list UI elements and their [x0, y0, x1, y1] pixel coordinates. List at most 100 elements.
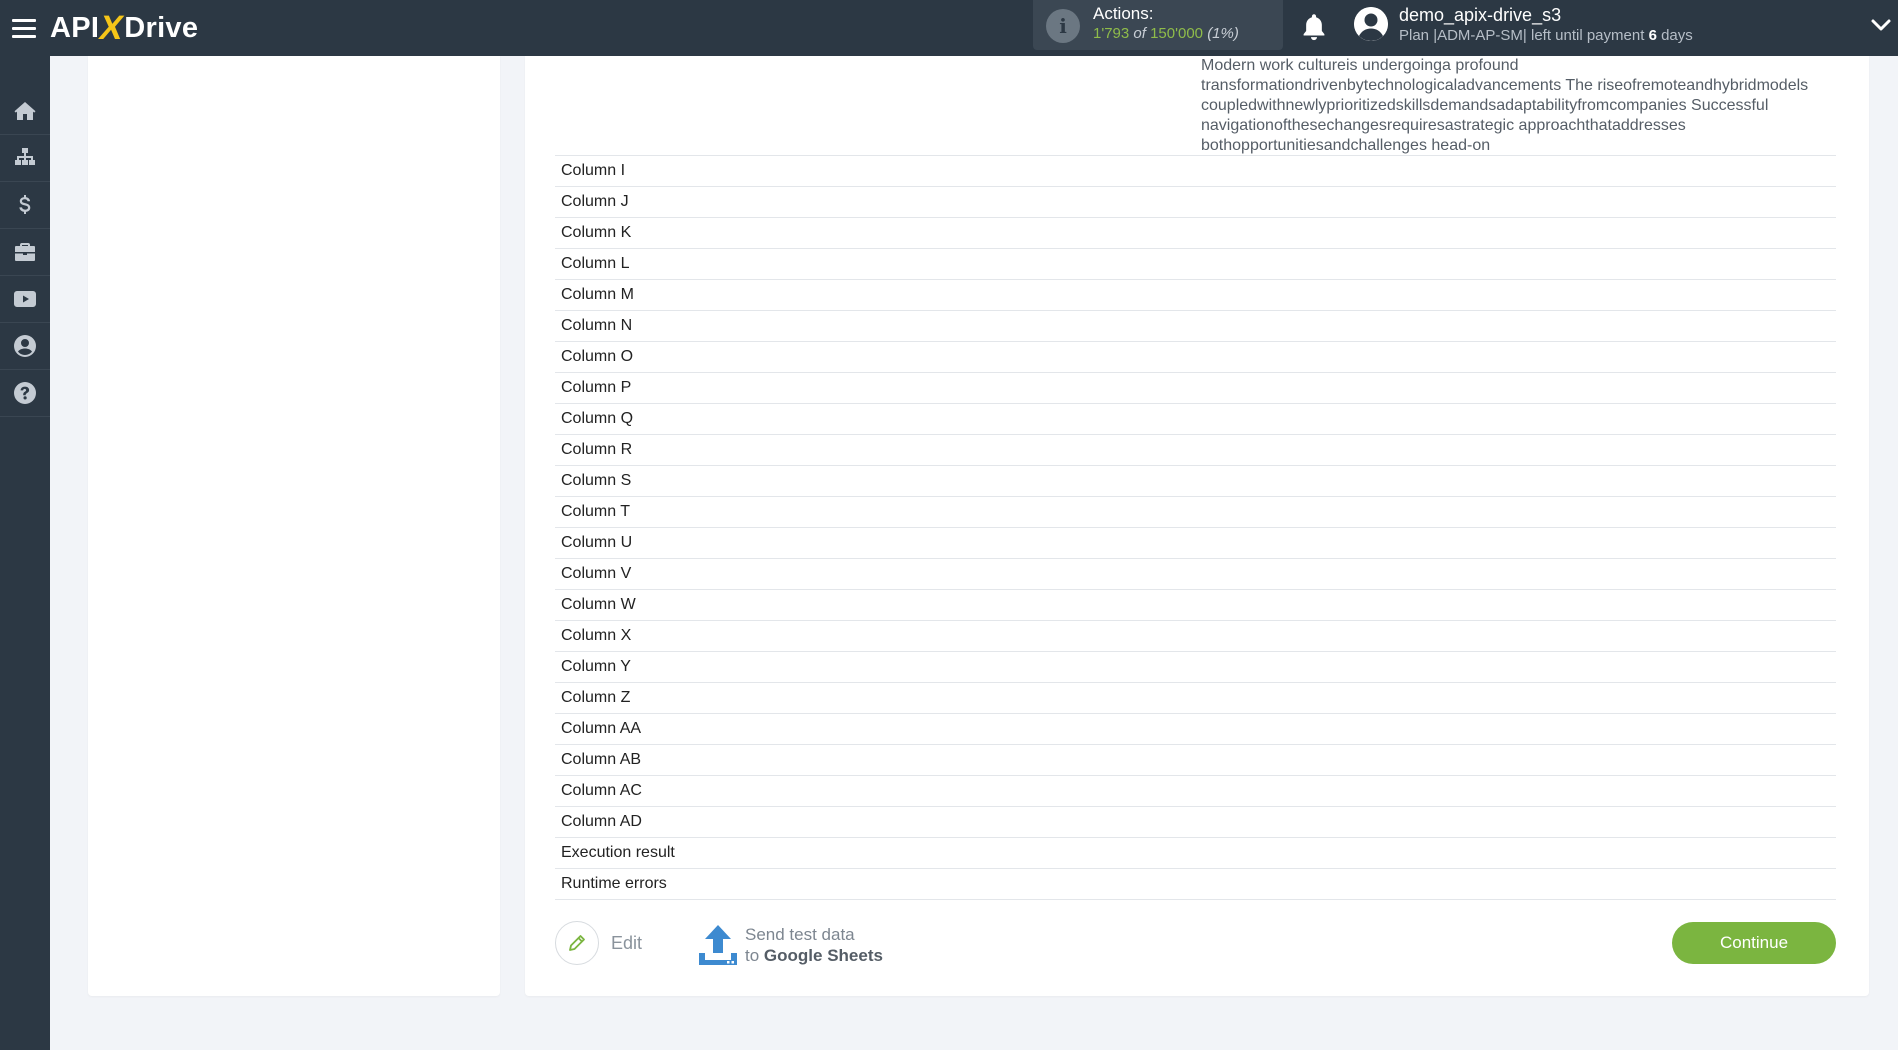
- video-icon: [14, 291, 36, 307]
- logo-text-drive: Drive: [124, 11, 199, 44]
- row-label: Column O: [561, 348, 634, 365]
- table-row: Column Q: [555, 404, 1836, 435]
- sidebar-item-profile[interactable]: [0, 323, 50, 370]
- row-label: Column V: [561, 565, 632, 582]
- table-row: Column P: [555, 373, 1836, 404]
- row-label: Column L: [561, 255, 630, 272]
- table-row: Column I: [555, 156, 1836, 187]
- actions-counter: i Actions: 1'793 of 150'000 (1%): [1033, 0, 1283, 50]
- actions-of: of: [1133, 25, 1146, 42]
- table-row: Column T: [555, 497, 1836, 528]
- row-label: Column N: [561, 317, 633, 334]
- row-label: Column AC: [561, 782, 642, 799]
- table-row: Column S: [555, 466, 1836, 497]
- table-row: Column U: [555, 528, 1836, 559]
- sidebar-item-help[interactable]: [0, 370, 50, 417]
- row-label: Column X: [561, 627, 632, 644]
- apix-drive-logo[interactable]: API X Drive: [50, 6, 198, 50]
- actions-percent: (1%): [1207, 25, 1239, 42]
- row-label: Column M: [561, 286, 634, 303]
- table-row: Column Z: [555, 683, 1836, 714]
- info-icon[interactable]: i: [1046, 9, 1080, 43]
- row-label: Column S: [561, 472, 632, 489]
- row-label: Column K: [561, 224, 632, 241]
- sidebar-item-home[interactable]: [0, 88, 50, 135]
- top-bar: API X Drive i Actions: 1'793 of 150'000 (1…: [0, 0, 1898, 56]
- send-test-data-label: Send test data to Google Sheets: [745, 924, 883, 966]
- home-icon: [14, 102, 36, 120]
- plan-text: Plan |ADM-AP-SM| left until payment: [1399, 27, 1645, 44]
- table-row: Column X: [555, 621, 1836, 652]
- chevron-down-icon[interactable]: [1870, 14, 1892, 36]
- sidebar-item-connections[interactable]: [0, 135, 50, 182]
- row-label: Column W: [561, 596, 636, 613]
- row-label: Runtime errors: [561, 875, 667, 892]
- row-label: Column AB: [561, 751, 642, 768]
- row-label: Column T: [561, 503, 631, 520]
- row-label: Column Z: [561, 689, 631, 706]
- briefcase-icon: [15, 243, 35, 261]
- edit-label: Edit: [611, 932, 643, 953]
- send-to: to: [745, 946, 760, 965]
- actions-label: Actions:: [1093, 4, 1154, 23]
- table-row: Column AB: [555, 745, 1836, 776]
- sidebar-item-services[interactable]: [0, 229, 50, 276]
- menu-icon[interactable]: [12, 14, 36, 42]
- sidebar-item-billing[interactable]: [0, 182, 50, 229]
- table-row: Column AA: [555, 714, 1836, 745]
- row-label: Column P: [561, 379, 632, 396]
- actions-total: 150'000: [1150, 25, 1204, 42]
- table-row: Column O: [555, 342, 1836, 373]
- field-table: Column I Column J Column K Column L Column M…: [555, 155, 1836, 900]
- row-label: Column J: [561, 193, 629, 210]
- logo-text-api: API: [50, 11, 100, 44]
- continue-button[interactable]: Continue: [1672, 922, 1836, 964]
- table-row: Column R: [555, 435, 1836, 466]
- sidebar-item-videos[interactable]: [0, 276, 50, 323]
- send-test-data-button[interactable]: Send test data to Google Sheets: [697, 921, 883, 969]
- plan-info: Plan |ADM-AP-SM| left until payment 6 da…: [1399, 27, 1693, 44]
- table-row: Execution result: [555, 838, 1836, 869]
- field-value-text: Modern work cultureis undergoinga profou…: [1201, 57, 1809, 154]
- table-row: Column W: [555, 590, 1836, 621]
- left-panel: [88, 56, 500, 996]
- user-avatar-icon: [1354, 7, 1388, 41]
- row-label: Column R: [561, 441, 633, 458]
- actions-used: 1'793: [1093, 25, 1130, 42]
- help-icon: [14, 382, 36, 404]
- table-row: Column N: [555, 311, 1836, 342]
- table-row: Column K: [555, 218, 1836, 249]
- table-row: Column M: [555, 280, 1836, 311]
- upload-icon: [699, 925, 737, 965]
- row-label: Column I: [561, 162, 626, 179]
- avatar[interactable]: [1354, 7, 1388, 41]
- row-label: Column Y: [561, 658, 631, 675]
- send-line-1: Send test data: [745, 925, 855, 944]
- pencil-icon: [569, 935, 585, 951]
- bell-icon[interactable]: [1300, 12, 1328, 42]
- table-row: Column Y: [555, 652, 1836, 683]
- user-name[interactable]: demo_apix-drive_s3: [1399, 5, 1561, 26]
- send-target: Google Sheets: [763, 946, 883, 965]
- plan-days: 6: [1648, 27, 1657, 44]
- user-icon: [14, 335, 36, 357]
- sitemap-icon: [15, 148, 35, 165]
- row-label: Execution result: [561, 844, 675, 861]
- actions-count: 1'793 of 150'000 (1%): [1093, 25, 1239, 42]
- row-label: Column AA: [561, 720, 642, 737]
- table-row: Column AC: [555, 776, 1836, 807]
- dollar-icon: [19, 195, 31, 214]
- sidebar: [0, 56, 50, 1050]
- edit-button[interactable]: Edit: [555, 921, 642, 965]
- row-label: Column AD: [561, 813, 642, 830]
- main-panel: Modern work cultureis undergoinga profou…: [525, 56, 1869, 996]
- table-row: Runtime errors: [555, 869, 1836, 900]
- table-row: Column J: [555, 187, 1836, 218]
- table-row: Column AD: [555, 807, 1836, 838]
- plan-days-unit: days: [1661, 27, 1693, 44]
- edit-circle: [555, 921, 599, 965]
- table-row: Column L: [555, 249, 1836, 280]
- logo-text-x: X: [96, 8, 128, 47]
- table-row: Column V: [555, 559, 1836, 590]
- send-line-2: to Google Sheets: [745, 945, 883, 966]
